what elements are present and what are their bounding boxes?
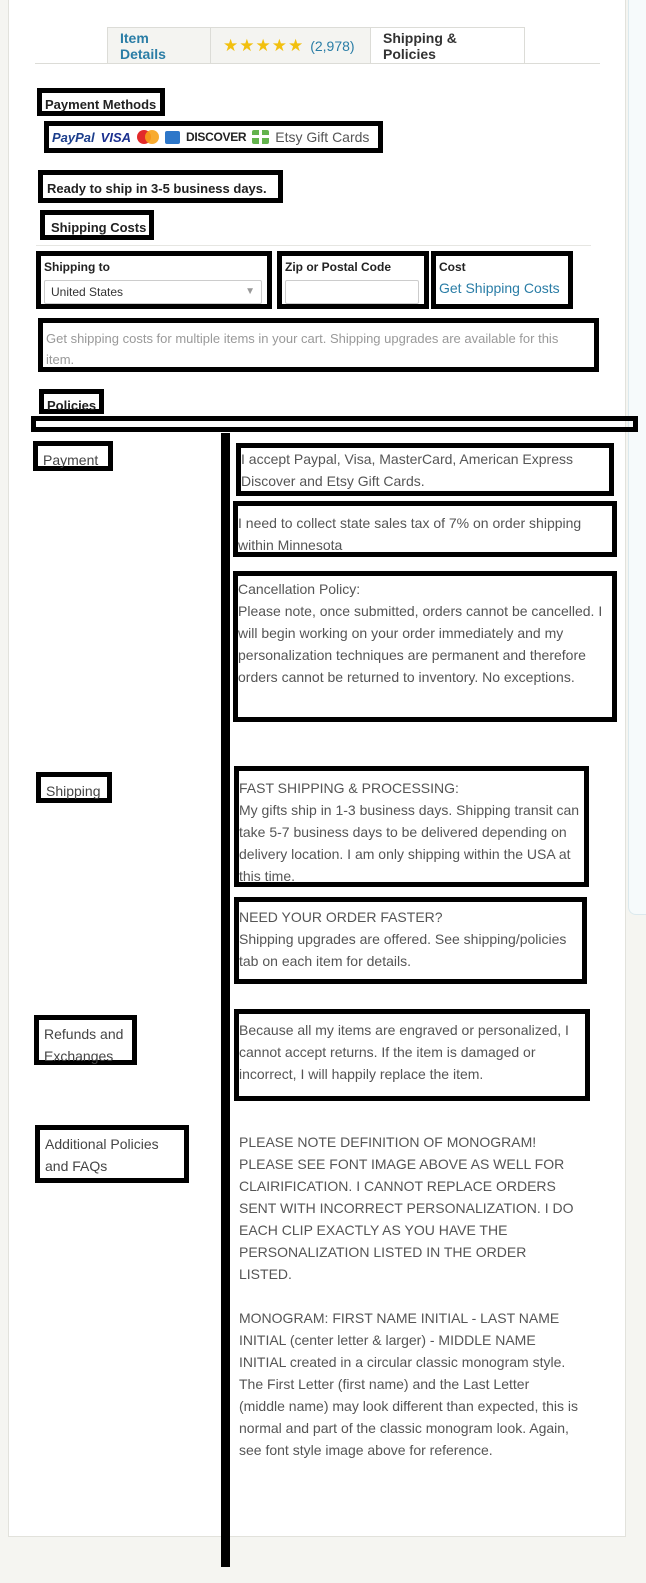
- cancellation-policy: Cancellation Policy: Please note, once s…: [233, 571, 617, 722]
- american-express-icon: [165, 130, 180, 144]
- review-count: (2,978): [310, 37, 355, 54]
- payment-methods-heading: Payment Methods: [37, 88, 165, 116]
- faster-order-text: Shipping upgrades are offered. See shipp…: [239, 931, 567, 969]
- tab-reviews[interactable]: ★★★★★ (2,978): [210, 27, 371, 63]
- fast-shipping-title: FAST SHIPPING & PROCESSING:: [239, 780, 459, 796]
- ready-to-ship: Ready to ship in 3-5 business days.: [38, 170, 283, 203]
- cancellation-title: Cancellation Policy:: [238, 581, 361, 597]
- discover-icon: DISCOVER: [186, 130, 247, 144]
- listing-tabs: Item Details ★★★★★ (2,978) Shipping & Po…: [107, 27, 525, 64]
- shipping-country-select[interactable]: United States ▼: [44, 280, 262, 304]
- fast-shipping-policy: FAST SHIPPING & PROCESSING: My gifts shi…: [234, 766, 589, 887]
- additional-policies-text-2: MONOGRAM: FIRST NAME INITIAL - LAST NAME…: [239, 1310, 579, 1458]
- payment-policy-text: I accept Paypal, Visa, MasterCard, Ameri…: [236, 443, 614, 496]
- shipping-policy-label: Shipping: [36, 772, 112, 803]
- shipping-divider: [36, 245, 591, 246]
- visa-icon: VISA: [100, 129, 131, 145]
- cancellation-text: Please note, once submitted, orders cann…: [238, 603, 603, 685]
- shipping-costs-heading: Shipping Costs: [40, 210, 154, 240]
- policies-rule: [31, 416, 638, 432]
- shipping-costs-note: Get shipping costs for multiple items in…: [38, 318, 599, 372]
- policies-column-divider: [221, 433, 230, 1567]
- payment-policy-label: Payment: [33, 441, 113, 471]
- gift-card-icon: [252, 130, 270, 144]
- faster-order-title: NEED YOUR ORDER FASTER?: [239, 909, 443, 925]
- refunds-policy-text: Because all my items are engraved or per…: [234, 1009, 590, 1101]
- fast-shipping-text: My gifts ship in 1-3 business days. Ship…: [239, 802, 580, 884]
- cost-group: Cost Get Shipping Costs: [431, 251, 573, 309]
- shipping-to-group: Shipping to United States ▼: [36, 251, 272, 309]
- additional-policies-label: Additional Policies and FAQs: [35, 1125, 189, 1183]
- zip-input[interactable]: [285, 280, 419, 304]
- payment-methods-icons: PayPal VISA DISCOVER Etsy Gift Cards: [44, 121, 383, 153]
- cost-label: Cost: [439, 260, 466, 274]
- shipping-country-value: United States: [51, 285, 124, 299]
- gift-card-label: Etsy Gift Cards: [275, 129, 370, 145]
- tab-item-details-label: Item Details: [120, 29, 166, 62]
- paypal-icon: PayPal: [52, 129, 95, 145]
- sidebar-edge: [628, 0, 646, 915]
- additional-policies-text-1: PLEASE NOTE DEFINITION OF MONOGRAM! PLEA…: [239, 1134, 574, 1282]
- sales-tax-text: I need to collect state sales tax of 7% …: [233, 501, 617, 557]
- chevron-down-icon: ▼: [245, 286, 255, 297]
- policies-heading: Policies: [39, 389, 104, 414]
- faster-order-policy: NEED YOUR ORDER FASTER? Shipping upgrade…: [234, 897, 587, 984]
- tab-divider: [35, 63, 600, 64]
- mastercard-icon: [137, 130, 159, 144]
- shipping-to-label: Shipping to: [44, 260, 110, 274]
- zip-label: Zip or Postal Code: [285, 260, 392, 274]
- get-shipping-costs-link[interactable]: Get Shipping Costs: [439, 280, 560, 296]
- refunds-policy-label: Refunds and Exchanges: [34, 1015, 137, 1065]
- tab-shipping-policies[interactable]: Shipping & Policies: [370, 27, 525, 64]
- tab-item-details[interactable]: Item Details: [107, 27, 211, 63]
- additional-policies-text: PLEASE NOTE DEFINITION OF MONOGRAM! PLEA…: [239, 1131, 579, 1461]
- tab-shipping-policies-label: Shipping & Policies: [383, 30, 457, 62]
- additional-policies-spacer: [239, 1285, 579, 1307]
- zip-group: Zip or Postal Code: [277, 251, 429, 309]
- star-rating-icon: ★★★★★: [223, 35, 305, 55]
